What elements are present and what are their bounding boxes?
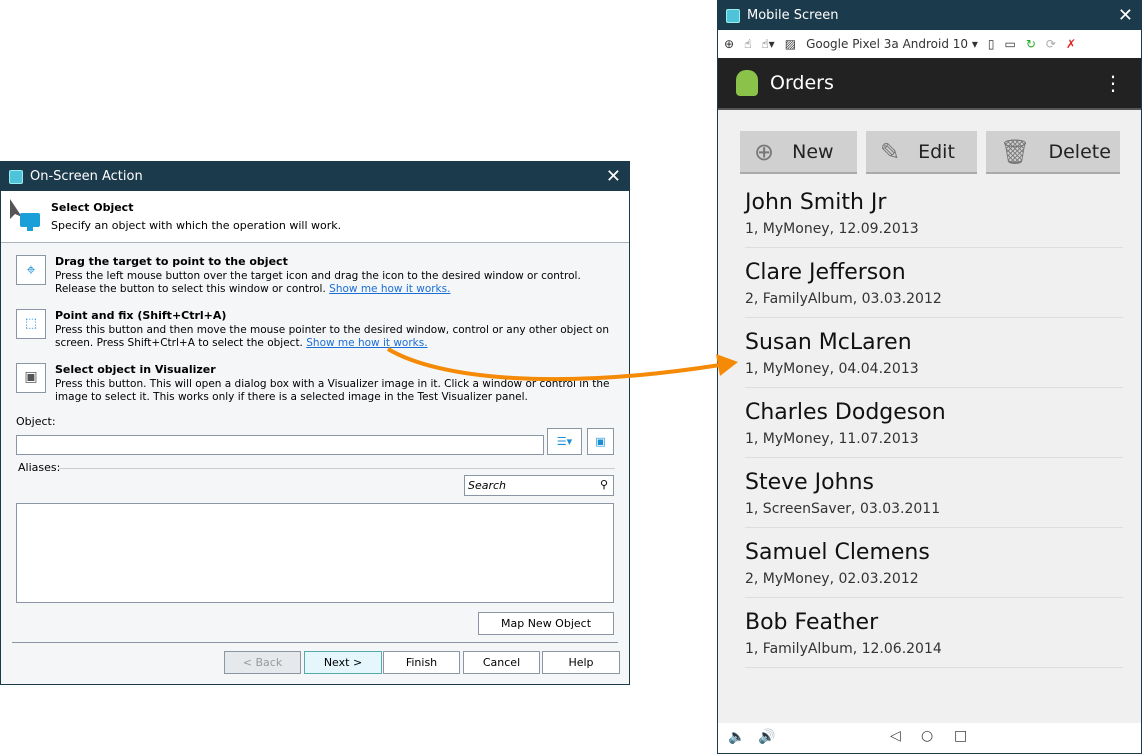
option-drag-target: ⌖ Drag the target to point to the object… [16,255,615,297]
device-select[interactable]: Google Pixel 3a Android 10 ▾ [806,37,978,51]
point-and-fix-icon[interactable]: ⬚ [16,309,46,339]
on-screen-action-dialog: On-Screen Action ✕ Select Object Specify… [0,161,630,685]
close-icon[interactable]: ✕ [606,166,621,187]
header-title: Select Object [51,201,134,214]
order-name: Steve Johns [745,470,874,495]
order-detail: 1, FamilyAlbum, 12.06.2014 [745,641,942,657]
volume-down-icon[interactable]: 🔈 [728,729,745,745]
aliases-label: Aliases: [18,461,61,474]
dialog-titlebar: On-Screen Action ✕ [1,162,629,191]
device-name: Google Pixel 3a Android 10 [806,37,969,51]
cancel-button[interactable]: Cancel [463,651,540,674]
search-icon: ⚲ [599,478,608,491]
record-icon[interactable]: ☝ [744,37,751,51]
object-browser-icon[interactable]: ▣ [587,428,614,455]
dialog-title: On-Screen Action [30,169,143,184]
divider [12,642,618,643]
sync-icon[interactable]: ⟳ [1046,37,1056,51]
edit-label: Edit [918,140,955,163]
show-me-link[interactable]: Show me how it works. [329,283,450,295]
home-nav-icon[interactable]: ○ [921,728,933,744]
order-name: Samuel Clemens [745,540,930,565]
order-name: Charles Dodgeson [745,400,946,425]
volume-up-icon[interactable]: 🔊 [758,729,775,745]
app-title: Orders [770,72,834,94]
mobile-title: Mobile Screen [747,8,839,23]
target-icon[interactable]: ⌖ [16,255,46,285]
new-label: New [792,140,834,163]
order-detail: 2, MyMoney, 02.03.2012 [745,571,919,587]
dialog-header: Select Object Specify an object with whi… [1,191,629,243]
select-object-icon [10,199,40,231]
rotate-icon[interactable]: ▭ [1005,37,1016,51]
mobile-toolbar: ⊕ ☝ ☝▾ ▨ Google Pixel 3a Android 10 ▾ ▯ … [718,30,1141,58]
close-icon[interactable]: ✕ [1118,5,1133,26]
object-list-button[interactable]: ☰▾ [547,428,582,455]
order-detail: 1, MyMoney, 11.07.2013 [745,431,919,447]
delete-button[interactable]: 🗑 Delete [986,131,1120,174]
divider [59,468,615,469]
option-point-and-fix: ⬚ Point and fix (Shift+Ctrl+A) Press this… [16,309,615,351]
pencil-icon: ✎ [880,137,901,166]
app-bar: Orders ⋮ [718,58,1141,110]
option-visualizer: ▣ Select object in Visualizer Press this … [16,363,615,405]
order-name: Susan McLaren [745,330,912,355]
option-title: Point and fix (Shift+Ctrl+A) [55,309,227,322]
help-button[interactable]: Help [542,651,620,674]
option-text: Press the left mouse button over the tar… [55,269,581,296]
order-list-item[interactable]: Samuel Clemens 2, MyMoney, 02.03.2012 [745,528,1123,598]
option-title: Select object in Visualizer [55,363,216,376]
option-title: Drag the target to point to the object [55,255,288,268]
search-input[interactable]: Search ⚲ [464,475,614,496]
order-name: Bob Feather [745,610,879,635]
plus-icon: ⊕ [754,137,775,166]
visualizer-icon[interactable]: ▣ [16,363,46,393]
aliases-tree[interactable] [16,503,614,603]
order-list-item[interactable]: Charles Dodgeson 1, MyMoney, 11.07.2013 [745,388,1123,458]
object-label: Object: [16,415,56,428]
object-input[interactable] [16,435,544,455]
search-placeholder: Search [468,479,507,492]
zoom-icon[interactable]: ⊕ [724,37,734,51]
trash-icon: 🗑 [1000,137,1031,166]
order-detail: 2, FamilyAlbum, 03.03.2012 [745,291,942,307]
order-detail: 1, ScreenSaver, 03.03.2011 [745,501,941,517]
order-list-item[interactable]: Steve Johns 1, ScreenSaver, 03.03.2011 [745,458,1123,528]
header-subtitle: Specify an object with which the operati… [51,219,342,232]
disconnect-icon[interactable]: ✗ [1066,37,1076,51]
play-icon[interactable]: ☝▾ [761,37,774,51]
back-button[interactable]: < Back [224,651,301,674]
next-button[interactable]: Next > [304,651,382,674]
overflow-menu-icon[interactable]: ⋮ [1103,71,1123,95]
mobile-screen-window: Mobile Screen ✕ ⊕ ☝ ☝▾ ▨ Google Pixel 3a… [717,0,1142,754]
image-icon[interactable]: ▨ [785,37,796,51]
show-me-link[interactable]: Show me how it works. [306,337,427,349]
order-name: John Smith Jr [745,190,887,215]
app-icon [9,169,23,184]
order-list-item[interactable]: Bob Feather 1, FamilyAlbum, 12.06.2014 [745,598,1123,668]
new-button[interactable]: ⊕ New [740,131,857,174]
mobile-titlebar: Mobile Screen ✕ [718,1,1141,30]
finish-button[interactable]: Finish [383,651,460,674]
order-list-item[interactable]: John Smith Jr 1, MyMoney, 12.09.2013 [745,178,1123,248]
app-icon [726,8,740,23]
option-text: Press this button. This will open a dial… [55,377,610,404]
recents-nav-icon[interactable]: □ [954,728,967,744]
screenshot-icon[interactable]: ▯ [988,37,995,51]
android-icon [736,70,758,96]
order-detail: 1, MyMoney, 12.09.2013 [745,221,919,237]
refresh-icon[interactable]: ↻ [1026,37,1036,51]
android-nav-bar: 🔈 🔊 ◁ ○ □ [718,723,1141,753]
back-nav-icon[interactable]: ◁ [890,728,901,744]
delete-label: Delete [1048,140,1111,163]
order-name: Clare Jefferson [745,260,906,285]
order-detail: 1, MyMoney, 04.04.2013 [745,361,919,377]
order-list-item[interactable]: Clare Jefferson 2, FamilyAlbum, 03.03.201… [745,248,1123,318]
map-new-object-button[interactable]: Map New Object [478,612,614,635]
order-list-item[interactable]: Susan McLaren 1, MyMoney, 04.04.2013 [745,318,1123,388]
edit-button[interactable]: ✎ Edit [866,131,977,174]
